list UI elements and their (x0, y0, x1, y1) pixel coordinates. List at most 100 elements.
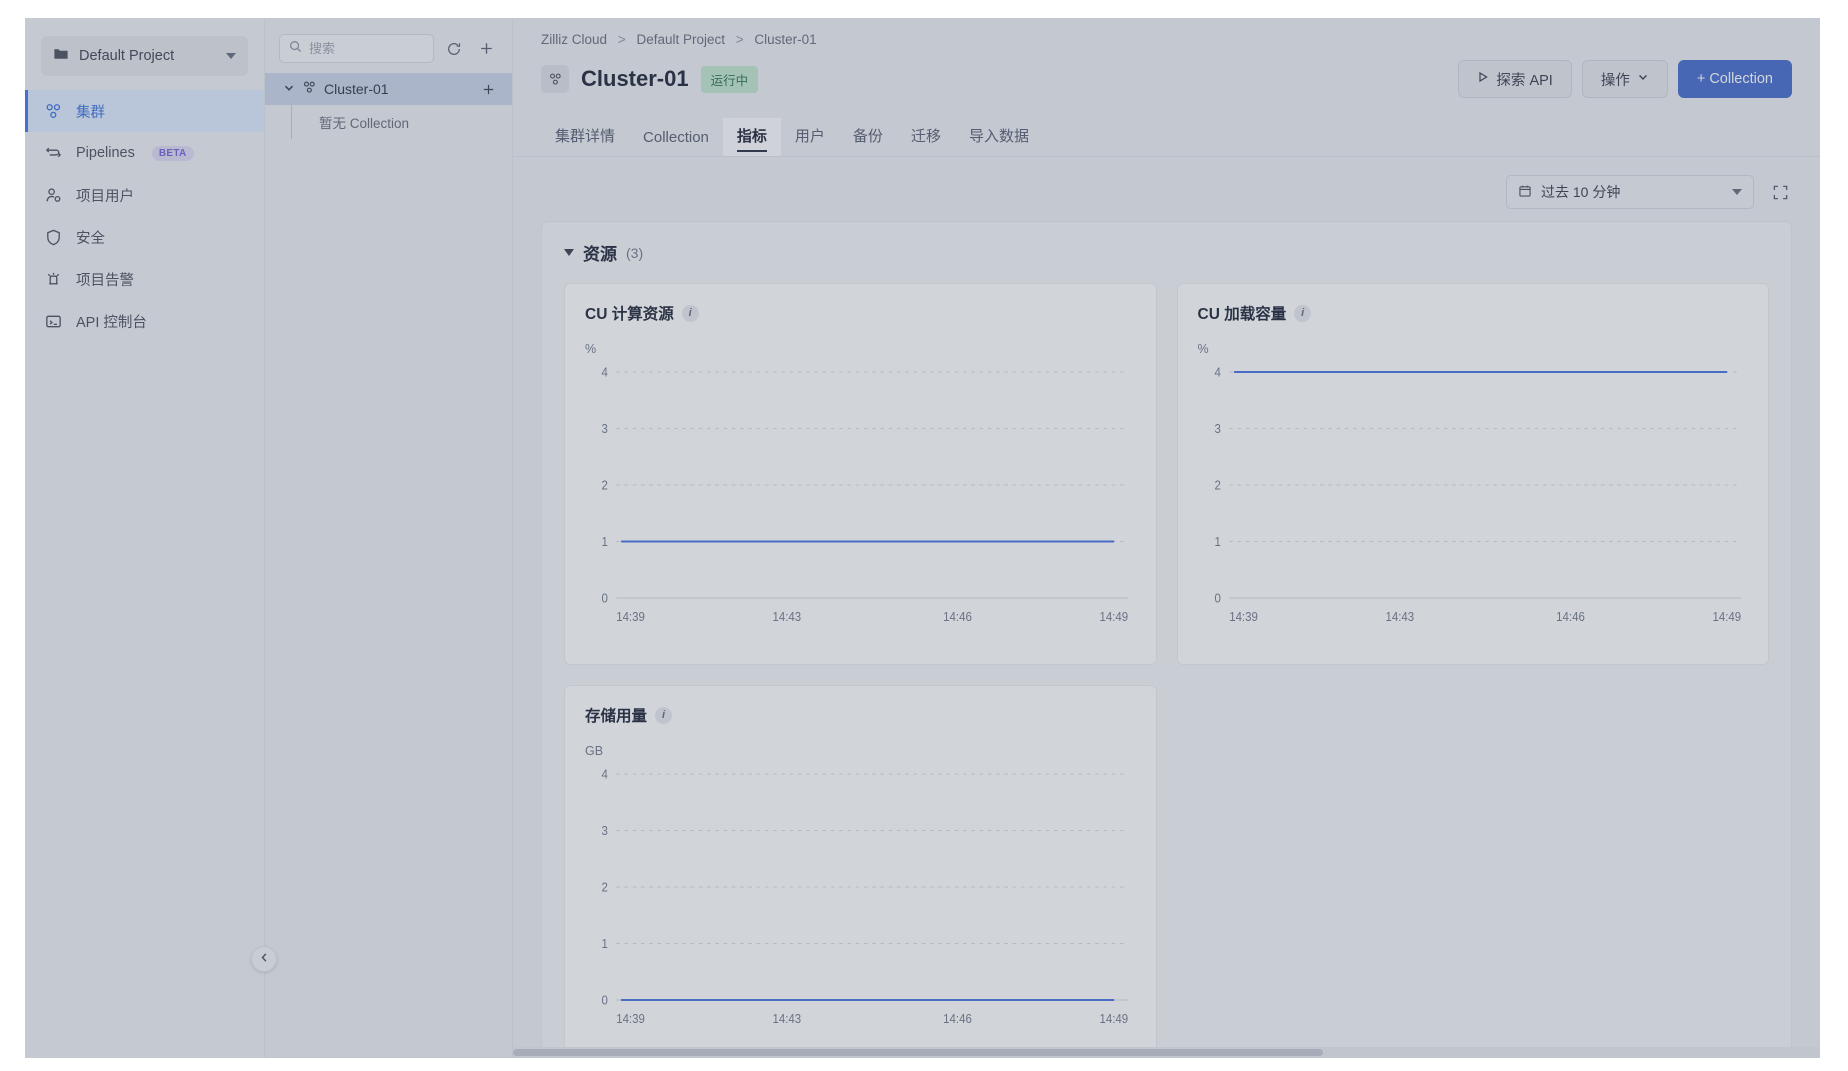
chevron-down-icon (1732, 189, 1742, 195)
actions-button[interactable]: 操作 (1581, 60, 1668, 98)
svg-text:4: 4 (602, 365, 609, 380)
svg-text:0: 0 (602, 993, 609, 1008)
tab-metrics[interactable]: 指标 (722, 118, 781, 156)
chart-card-cu-compute: CU 计算资源 i % 0 1 2 3 4 14:39 14:43 14:46 14:49 (564, 283, 1157, 665)
svg-text:0: 0 (602, 591, 609, 606)
search-input[interactable] (309, 41, 424, 56)
scrollbar-thumb[interactable] (513, 1049, 1324, 1056)
horizontal-scrollbar[interactable] (513, 1047, 1820, 1058)
chart-unit-label: % (585, 342, 597, 356)
chart-unit-label: % (1197, 342, 1209, 356)
add-collection-label: + Collection (1696, 71, 1773, 87)
resource-panel-title: 资源 (583, 245, 617, 264)
svg-text:14:49: 14:49 (1099, 1012, 1128, 1027)
pipelines-icon (43, 143, 63, 163)
api-console-icon (43, 311, 63, 331)
chart-title-row: CU 计算资源 i (585, 302, 1136, 324)
tab-users[interactable]: 用户 (781, 118, 839, 156)
chevron-down-icon (1637, 71, 1649, 87)
refresh-icon[interactable] (442, 37, 466, 61)
sidebar-item-security[interactable]: 安全 (25, 216, 264, 258)
sidebar-item-label: 安全 (76, 230, 105, 247)
tab-bar: 集群详情 Collection 指标 用户 备份 迁移 导入数据 (513, 118, 1820, 157)
svg-text:4: 4 (1214, 365, 1221, 380)
chart-card-storage: 存储用量 i GB 0 1 2 3 4 14:39 14:43 14:46 14:49 (564, 685, 1157, 1047)
svg-text:14:46: 14:46 (943, 1012, 972, 1027)
cluster-icon (302, 80, 317, 98)
search-box[interactable] (279, 34, 434, 63)
add-collection-icon[interactable] (476, 77, 500, 101)
svg-text:0: 0 (1214, 591, 1221, 606)
info-icon[interactable]: i (1294, 304, 1312, 322)
sidebar-item-api-console[interactable]: API 控制台 (25, 300, 264, 342)
svg-text:2: 2 (1214, 478, 1221, 493)
svg-text:14:43: 14:43 (773, 1012, 802, 1027)
svg-text:3: 3 (602, 824, 609, 839)
tab-backup[interactable]: 备份 (839, 118, 897, 156)
breadcrumb-separator: > (617, 32, 626, 47)
svg-text:2: 2 (602, 880, 609, 895)
chart-title-row: 存储用量 i (585, 704, 1136, 726)
chart-title-row: CU 加载容量 i (1198, 302, 1749, 324)
left-sidebar: Default Project 集群 Pipelines BETA 项目用户 安… (25, 18, 277, 1058)
chart-grid: CU 计算资源 i % 0 1 2 3 4 14:39 14:43 14:46 14:49 CU… (564, 283, 1769, 1047)
cluster-icon (541, 65, 569, 93)
tab-migration[interactable]: 迁移 (897, 118, 955, 156)
play-icon (1477, 71, 1489, 87)
info-icon[interactable]: i (681, 304, 699, 322)
chart-title: CU 计算资源 (585, 306, 674, 323)
chart-title: 存储用量 (585, 708, 648, 725)
add-cluster-icon[interactable] (474, 37, 498, 61)
svg-text:14:49: 14:49 (1712, 610, 1741, 625)
caret-down-icon[interactable] (564, 249, 574, 256)
svg-text:14:43: 14:43 (1385, 610, 1414, 625)
breadcrumb-item-cluster[interactable]: Cluster-01 (754, 32, 816, 47)
main-header: Zilliz Cloud > Default Project > Cluster… (513, 18, 1820, 98)
breadcrumb-item-project[interactable]: Default Project (636, 32, 725, 47)
chart-title: CU 加载容量 (1197, 306, 1287, 323)
project-users-icon (43, 185, 63, 205)
svg-text:2: 2 (602, 478, 609, 493)
metrics-scroll-area: 资源 (3) CU 计算资源 i % 0 1 2 3 4 14:39 14:43 14:46 1… (513, 221, 1820, 1047)
status-badge: 运行中 (700, 65, 759, 93)
tab-import-data[interactable]: 导入数据 (955, 118, 1043, 156)
svg-text:14:43: 14:43 (773, 610, 802, 625)
sidebar-item-label: 项目用户 (76, 188, 134, 205)
sidebar-item-clusters[interactable]: 集群 (25, 90, 264, 132)
chart-unit-label: GB (585, 744, 604, 758)
svg-text:1: 1 (602, 535, 609, 550)
tab-collection[interactable]: Collection (629, 122, 723, 156)
page-title: Cluster-01 (581, 66, 689, 91)
project-selector[interactable]: Default Project (41, 36, 248, 76)
explore-api-button[interactable]: 探索 API (1458, 60, 1572, 98)
tab-cluster-details[interactable]: 集群详情 (541, 118, 629, 156)
info-icon[interactable]: i (655, 706, 673, 724)
svg-text:14:46: 14:46 (1556, 610, 1585, 625)
folder-icon (53, 46, 69, 67)
resource-panel-header[interactable]: 资源 (3) (564, 240, 1769, 265)
add-collection-button[interactable]: + Collection (1677, 60, 1792, 98)
breadcrumb-item-root[interactable]: Zilliz Cloud (541, 32, 607, 47)
explore-api-label: 探索 API (1496, 72, 1553, 89)
svg-text:1: 1 (602, 937, 609, 952)
chart-plot: 0 1 2 3 4 14:39 14:43 14:46 14:49 (585, 766, 1136, 1034)
chart-plot: 0 1 2 3 4 14:39 14:43 14:46 14:49 (585, 364, 1136, 632)
header-actions: 探索 API 操作 + Collection (1458, 60, 1792, 98)
chart-grid-empty-slot (1177, 685, 1770, 1047)
svg-text:14:49: 14:49 (1099, 610, 1128, 625)
calendar-icon (1518, 184, 1532, 201)
sidebar-item-project-users[interactable]: 项目用户 (25, 174, 264, 216)
breadcrumb: Zilliz Cloud > Default Project > Cluster… (541, 32, 1792, 47)
svg-text:1: 1 (1214, 535, 1221, 550)
sidebar-item-label: 项目告警 (76, 272, 134, 289)
sidebar-collapse-button[interactable] (251, 946, 277, 972)
shield-icon (43, 227, 63, 247)
time-range-picker[interactable]: 过去 10 分钟 (1506, 175, 1754, 209)
alarm-icon (43, 269, 63, 289)
sidebar-item-pipelines[interactable]: Pipelines BETA (25, 132, 264, 174)
breadcrumb-separator: > (735, 32, 744, 47)
fullscreen-icon[interactable] (1768, 180, 1792, 204)
sidebar-item-project-alerts[interactable]: 项目告警 (25, 258, 264, 300)
beta-badge: BETA (151, 145, 194, 161)
tree-node-cluster-01[interactable]: Cluster-01 (265, 73, 512, 105)
